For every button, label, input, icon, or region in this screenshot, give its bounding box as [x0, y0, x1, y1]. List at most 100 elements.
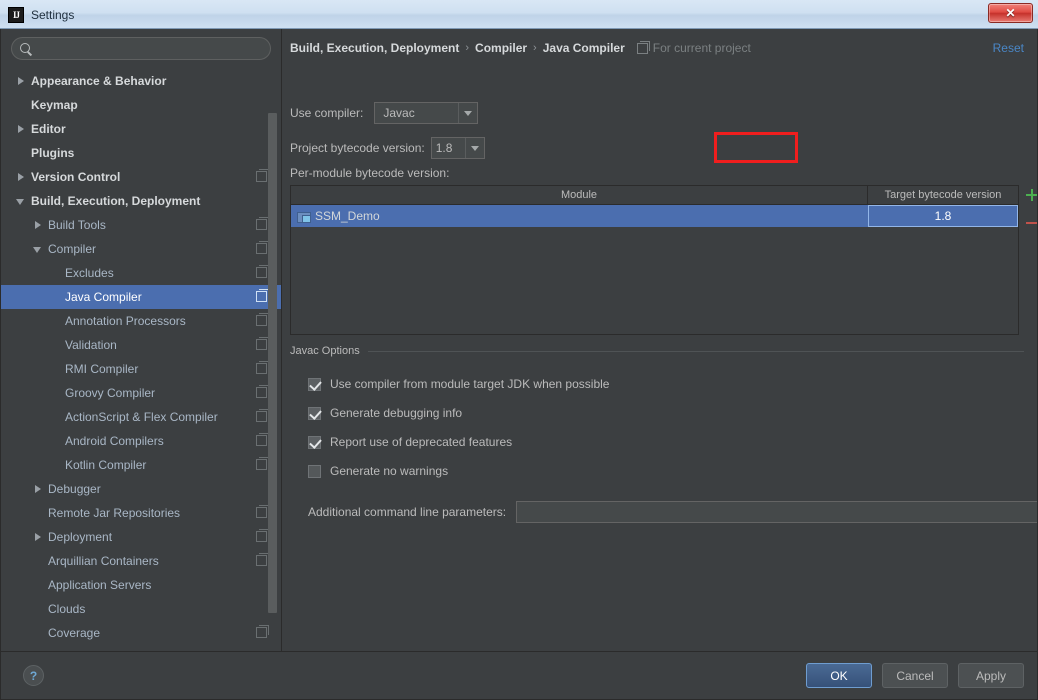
- table-header-row: Module Target bytecode version: [291, 186, 1018, 205]
- sidebar-item-plugins[interactable]: Plugins: [1, 141, 281, 165]
- checkbox-unchecked-icon[interactable]: [308, 464, 321, 478]
- use-compiler-dropdown[interactable]: Javac: [374, 102, 479, 124]
- project-config-icon: [256, 505, 269, 518]
- sidebar-item-clouds[interactable]: Clouds: [1, 597, 281, 621]
- settings-sidebar: Appearance & Behavior Keymap Editor Plugins…: [1, 29, 282, 651]
- sidebar-item-label: Remote Jar Repositories: [48, 506, 181, 520]
- per-module-bytecode-label: Per-module bytecode version:: [290, 166, 450, 180]
- chevron-right-icon[interactable]: [15, 171, 28, 184]
- footer-button-group: OK Cancel Apply: [806, 663, 1024, 688]
- checkbox-use-compiler-from-module-target-jdk-when-possible[interactable]: Use compiler from module target JDK when…: [308, 377, 609, 391]
- column-header-module[interactable]: Module: [291, 186, 868, 204]
- checkbox-generate-debugging-info[interactable]: Generate debugging info: [308, 406, 462, 420]
- apply-button[interactable]: Apply: [958, 663, 1024, 688]
- checkbox-checked-icon[interactable]: [308, 377, 321, 391]
- sidebar-item-coverage[interactable]: Coverage: [1, 621, 281, 645]
- reset-link[interactable]: Reset: [993, 41, 1024, 55]
- sidebar-item-build-tools[interactable]: Build Tools: [1, 213, 281, 237]
- breadcrumb-item-0[interactable]: Build, Execution, Deployment: [290, 41, 459, 55]
- sidebar-item-label: Editor: [31, 122, 66, 136]
- sidebar-item-arquillian-containers[interactable]: Arquillian Containers: [1, 549, 281, 573]
- breadcrumb: Build, Execution, Deployment › Compiler …: [290, 40, 751, 55]
- sidebar-item-application-servers[interactable]: Application Servers: [1, 573, 281, 597]
- sidebar-item-label: Annotation Processors: [65, 314, 186, 328]
- sidebar-item-editor[interactable]: Editor: [1, 117, 281, 141]
- sidebar-item-build-execution-deployment[interactable]: Build, Execution, Deployment: [1, 189, 281, 213]
- sidebar-item-actionscript-flex-compiler[interactable]: ActionScript & Flex Compiler: [1, 405, 281, 429]
- checkbox-checked-icon[interactable]: [308, 406, 321, 420]
- settings-tree[interactable]: Appearance & Behavior Keymap Editor Plugins…: [1, 69, 281, 651]
- close-icon[interactable]: ✕: [988, 3, 1033, 23]
- project-config-icon: [256, 337, 269, 350]
- cancel-button[interactable]: Cancel: [882, 663, 948, 688]
- sidebar-item-android-compilers[interactable]: Android Compilers: [1, 429, 281, 453]
- sidebar-item-label: Appearance & Behavior: [31, 74, 167, 88]
- sidebar-item-kotlin-compiler[interactable]: Kotlin Compiler: [1, 453, 281, 477]
- chevron-down-icon[interactable]: [15, 195, 28, 208]
- use-compiler-row: Use compiler: Javac: [290, 102, 479, 124]
- titlebar-left-group: IJ Settings: [8, 0, 74, 29]
- additional-params-row: Additional command line parameters:: [308, 501, 1037, 523]
- additional-params-input[interactable]: [516, 501, 1037, 523]
- sidebar-item-label: Android Compilers: [65, 434, 164, 448]
- chevron-right-icon[interactable]: [32, 483, 45, 496]
- project-config-icon: [256, 433, 269, 446]
- search-input[interactable]: [33, 41, 270, 56]
- sidebar-item-keymap[interactable]: Keymap: [1, 93, 281, 117]
- sidebar-scrollbar-track[interactable]: [268, 69, 279, 651]
- sidebar-item-excludes[interactable]: Excludes: [1, 261, 281, 285]
- sidebar-item-java-compiler[interactable]: Java Compiler: [1, 285, 281, 309]
- settings-main-panel: Build, Execution, Deployment › Compiler …: [282, 29, 1037, 651]
- sidebar-item-version-control[interactable]: Version Control: [1, 165, 281, 189]
- project-bytecode-dropdown[interactable]: 1.8: [430, 137, 485, 159]
- project-config-icon: [256, 289, 269, 302]
- project-config-icon: [256, 529, 269, 542]
- breadcrumb-scope: For current project: [636, 40, 751, 55]
- chevron-right-icon[interactable]: [32, 531, 45, 544]
- chevron-right-icon[interactable]: [32, 219, 45, 232]
- sidebar-item-rmi-compiler[interactable]: RMI Compiler: [1, 357, 281, 381]
- chevron-right-icon[interactable]: [15, 123, 28, 136]
- project-config-icon: [256, 169, 269, 182]
- help-icon[interactable]: ?: [23, 665, 44, 686]
- sidebar-item-deployment[interactable]: Deployment: [1, 525, 281, 549]
- add-module-icon[interactable]: [1025, 188, 1037, 202]
- sidebar-item-validation[interactable]: Validation: [1, 333, 281, 357]
- checkbox-generate-no-warnings[interactable]: Generate no warnings: [308, 464, 448, 478]
- use-compiler-value: Javac: [383, 106, 415, 120]
- sidebar-item-compiler[interactable]: Compiler: [1, 237, 281, 261]
- table-cell-module[interactable]: SSM_Demo: [291, 205, 868, 227]
- sidebar-item-appearance-behavior[interactable]: Appearance & Behavior: [1, 69, 281, 93]
- breadcrumb-item-1[interactable]: Compiler: [475, 41, 527, 55]
- chevron-right-icon[interactable]: [15, 75, 28, 88]
- sidebar-item-remote-jar-repositories[interactable]: Remote Jar Repositories: [1, 501, 281, 525]
- sidebar-item-groovy-compiler[interactable]: Groovy Compiler: [1, 381, 281, 405]
- sidebar-item-debugger[interactable]: Debugger: [1, 477, 281, 501]
- checkbox-report-use-of-deprecated-features[interactable]: Report use of deprecated features: [308, 435, 512, 449]
- chevron-down-icon[interactable]: [32, 243, 45, 256]
- project-bytecode-row: Project bytecode version: 1.8: [290, 137, 485, 159]
- per-module-table[interactable]: Module Target bytecode version SSM_Demo 1…: [290, 185, 1019, 335]
- checkbox-label: Use compiler from module target JDK when…: [330, 377, 610, 391]
- column-header-target-bytecode[interactable]: Target bytecode version: [868, 186, 1018, 204]
- sidebar-scrollbar-thumb[interactable]: [268, 113, 277, 613]
- remove-module-icon[interactable]: [1025, 216, 1037, 230]
- sidebar-item-label: Debugger: [48, 482, 101, 496]
- table-row[interactable]: SSM_Demo 1.8: [291, 205, 1018, 227]
- ok-button[interactable]: OK: [806, 663, 872, 688]
- project-config-icon: [256, 409, 269, 422]
- breadcrumb-item-2[interactable]: Java Compiler: [543, 41, 625, 55]
- search-box[interactable]: [11, 37, 271, 60]
- table-cell-target-bytecode[interactable]: 1.8: [868, 205, 1018, 227]
- checkbox-checked-icon[interactable]: [308, 435, 321, 449]
- javac-options-title: Javac Options: [290, 345, 360, 357]
- sidebar-item-annotation-processors[interactable]: Annotation Processors: [1, 309, 281, 333]
- settings-dialog: IJ Settings ✕ Appearance & Behavior Keyma…: [0, 0, 1038, 700]
- sidebar-item-label: Build Tools: [48, 218, 106, 232]
- annotation-rect-project-bytecode: [714, 132, 798, 163]
